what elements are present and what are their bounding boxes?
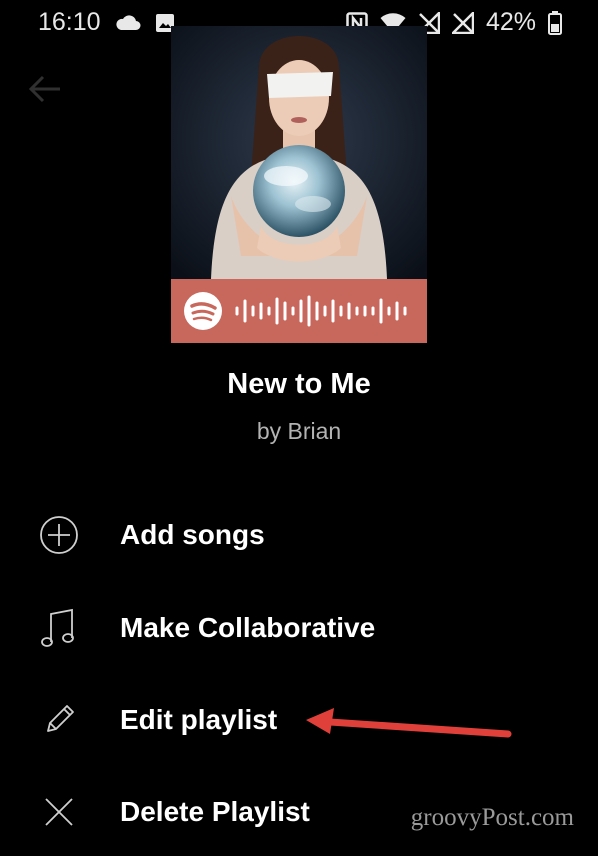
menu-item-make-collaborative[interactable]: Make Collaborative	[0, 598, 598, 658]
menu-item-label: Add songs	[120, 519, 265, 550]
battery-percent: 42%	[485, 8, 536, 36]
spotify-code[interactable]	[171, 279, 427, 343]
menu-item-label: Make Collaborative	[120, 612, 376, 643]
music-note-icon	[38, 607, 80, 649]
playlist-owner: by Brian	[256, 418, 342, 444]
menu-item-add-songs[interactable]: Add songs	[0, 505, 598, 565]
battery-icon	[548, 10, 562, 35]
no-signal-icon	[451, 11, 474, 34]
add-circle-icon	[38, 514, 80, 556]
close-icon	[38, 791, 80, 833]
menu-item-label: Edit playlist	[120, 704, 278, 735]
back-arrow-icon[interactable]	[28, 74, 62, 104]
cloud-icon	[115, 14, 141, 30]
playlist-cover-art	[171, 26, 427, 279]
menu-item-label: Delete Playlist	[120, 796, 310, 827]
playlist-title: New to Me	[227, 368, 371, 400]
status-time: 16:10	[38, 8, 101, 36]
pencil-icon	[38, 699, 80, 741]
spotify-code-bars	[235, 295, 407, 327]
annotation-arrow-icon	[306, 708, 512, 738]
watermark: groovyPost.com	[410, 804, 574, 831]
spotify-logo-icon	[184, 292, 222, 330]
